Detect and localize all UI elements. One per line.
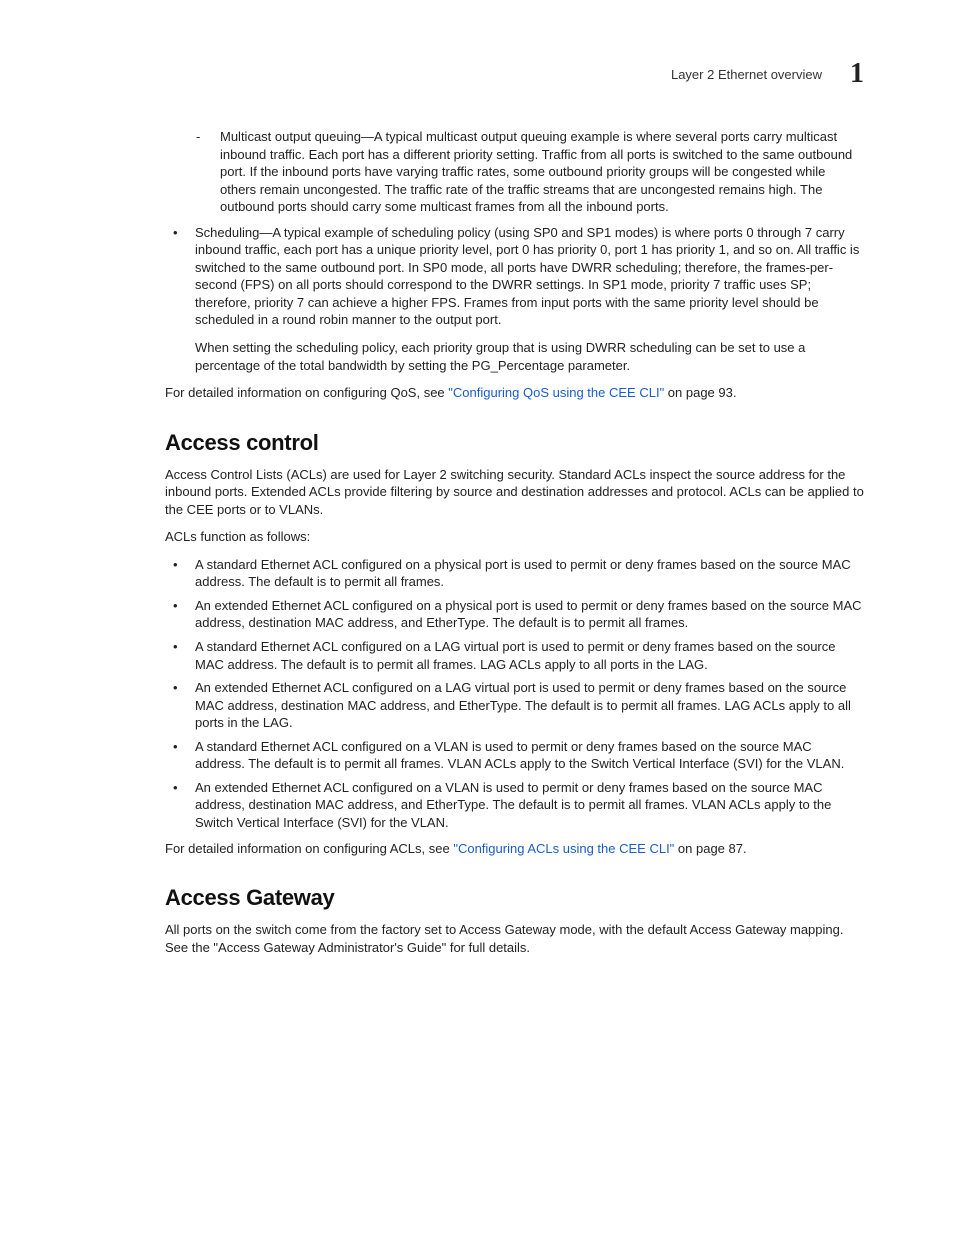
acl-item-5: • An extended Ethernet ACL configured on… (195, 779, 864, 832)
acl-lead: ACLs function as follows: (165, 528, 864, 546)
ag-body: All ports on the switch come from the fa… (165, 921, 864, 956)
running-head: Layer 2 Ethernet overview 1 (90, 60, 864, 88)
acl-item-2: • A standard Ethernet ACL configured on … (195, 638, 864, 673)
bullet-icon: • (173, 597, 178, 615)
qos-ref-post: on page 93. (664, 385, 736, 400)
dash-text: Multicast output queuing—A typical multi… (220, 129, 852, 214)
acl-item-3: • An extended Ethernet ACL configured on… (195, 679, 864, 732)
sched-para-1: Scheduling—A typical example of scheduli… (195, 224, 864, 329)
bullet-icon: • (173, 779, 178, 797)
acl-item-text: An extended Ethernet ACL configured on a… (195, 598, 862, 631)
bullet-item-scheduling: • Scheduling—A typical example of schedu… (195, 224, 864, 374)
acl-item-text: An extended Ethernet ACL configured on a… (195, 780, 831, 830)
acl-item-1: • An extended Ethernet ACL configured on… (195, 597, 864, 632)
acl-item-0: • A standard Ethernet ACL configured on … (195, 556, 864, 591)
dash-icon: - (196, 128, 200, 146)
sched-para-2: When setting the scheduling policy, each… (195, 339, 864, 374)
acl-ref-pre: For detailed information on configuring … (165, 841, 453, 856)
acl-item-text: A standard Ethernet ACL configured on a … (195, 639, 836, 672)
qos-ref-line: For detailed information on configuring … (165, 384, 864, 402)
acl-ref-link[interactable]: "Configuring ACLs using the CEE CLI" (453, 841, 674, 856)
bullet-icon: • (173, 638, 178, 656)
running-title: Layer 2 Ethernet overview (671, 67, 822, 82)
bullet-icon: • (173, 224, 178, 242)
heading-access-control: Access control (165, 430, 864, 456)
acl-ref-line: For detailed information on configuring … (165, 840, 864, 858)
acl-item-4: • A standard Ethernet ACL configured on … (195, 738, 864, 773)
bullet-icon: • (173, 556, 178, 574)
acl-item-text: A standard Ethernet ACL configured on a … (195, 739, 844, 772)
qos-ref-pre: For detailed information on configuring … (165, 385, 448, 400)
chapter-number: 1 (850, 60, 864, 88)
bullet-icon: • (173, 679, 178, 697)
acl-ref-post: on page 87. (674, 841, 746, 856)
acl-item-text: A standard Ethernet ACL configured on a … (195, 557, 851, 590)
acl-intro: Access Control Lists (ACLs) are used for… (165, 466, 864, 519)
qos-ref-link[interactable]: "Configuring QoS using the CEE CLI" (448, 385, 664, 400)
bullet-icon: • (173, 738, 178, 756)
acl-item-text: An extended Ethernet ACL configured on a… (195, 680, 851, 730)
dash-item-multicast: - Multicast output queuing—A typical mul… (220, 128, 864, 216)
heading-access-gateway: Access Gateway (165, 885, 864, 911)
page: Layer 2 Ethernet overview 1 - Multicast … (0, 0, 954, 1235)
